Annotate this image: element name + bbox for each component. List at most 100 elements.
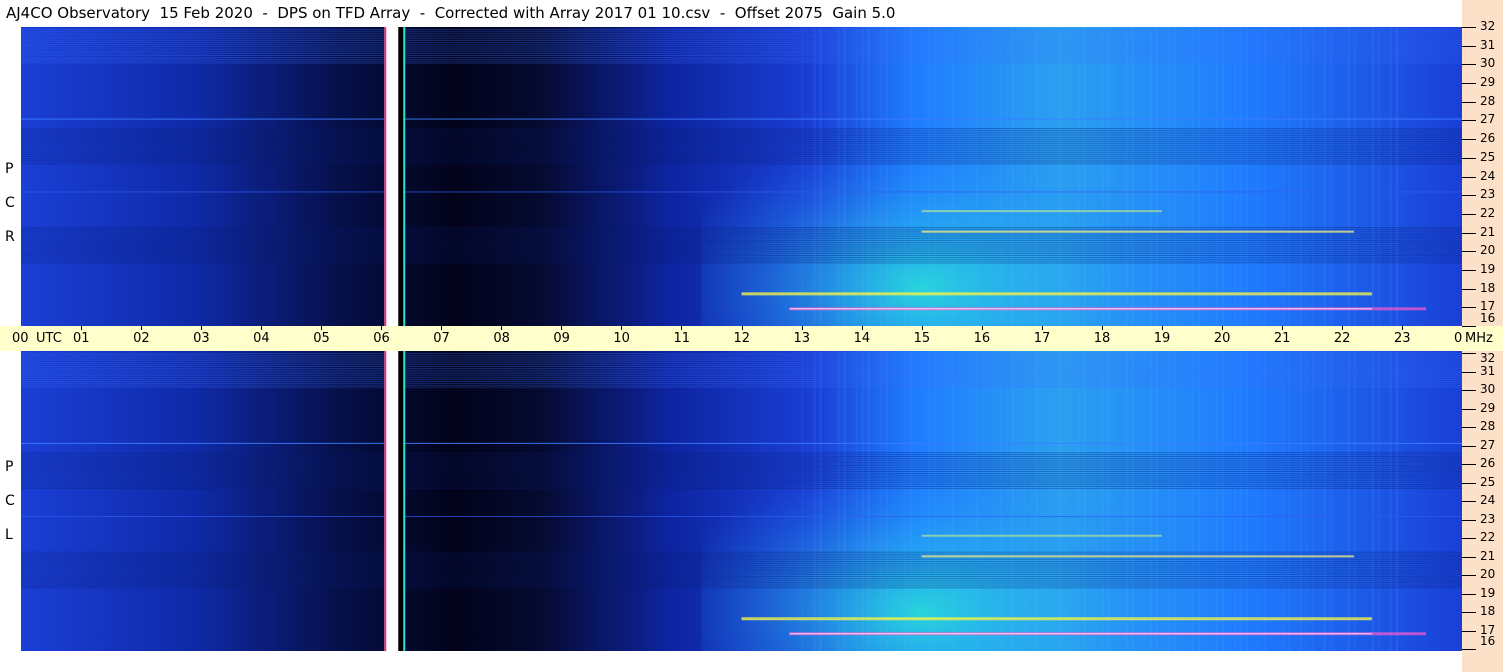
horizontal-line [21, 245, 1462, 247]
vertical-streak [837, 351, 840, 651]
vertical-streak [1287, 27, 1290, 326]
vertical-streak [1011, 351, 1014, 651]
horizontal-line [21, 247, 1462, 249]
vertical-streak [1329, 351, 1332, 651]
data-gap-edge [384, 351, 387, 651]
horizontal-line [21, 38, 1462, 40]
time-tick [621, 326, 623, 330]
horizontal-line [21, 28, 1462, 30]
vertical-streak [1131, 351, 1134, 651]
data-gap-edge [403, 351, 406, 651]
vertical-streak [969, 27, 972, 326]
vertical-streak [1059, 351, 1062, 651]
lcp-letter-p: P [5, 459, 14, 475]
freq-tick [1462, 390, 1476, 391]
data-gap [384, 351, 401, 651]
horizontal-line [21, 583, 1462, 585]
horizontal-line [21, 364, 1462, 366]
horizontal-line [21, 561, 1462, 562]
horizontal-line [21, 356, 1462, 358]
vertical-streak [999, 351, 1002, 651]
vertical-streak [1023, 27, 1026, 326]
time-tick-label: 02 [133, 331, 150, 346]
vertical-streak [1059, 27, 1062, 326]
horizontal-line [21, 152, 1462, 154]
horizontal-line [21, 463, 1462, 465]
freq-tick-label: 18 [1480, 280, 1496, 295]
vertical-streak [1191, 27, 1194, 326]
freq-tick [1462, 251, 1476, 253]
vertical-streak [1353, 351, 1356, 651]
horizontal-line [21, 382, 1462, 384]
vertical-streak [1371, 351, 1374, 651]
vertical-streak [819, 27, 822, 326]
horizontal-line [21, 53, 1462, 55]
time-tick-label: 18 [1093, 331, 1111, 346]
horizontal-line [21, 32, 1462, 34]
horizontal-line [21, 553, 1462, 555]
freq-tick-label: 20 [1480, 567, 1496, 581]
freq-tick [1462, 195, 1476, 197]
time-tick [501, 326, 503, 330]
vertical-streak [1377, 351, 1380, 651]
horizontal-line [21, 461, 1462, 463]
time-tick [741, 326, 743, 330]
vertical-streak [861, 351, 864, 651]
time-tick-label: 00 [12, 331, 29, 346]
vertical-streak [837, 27, 840, 326]
freq-tick-label: 25 [1480, 474, 1496, 489]
time-tick-label: 06 [373, 331, 390, 346]
time-tick-label: 09 [553, 331, 570, 346]
vertical-streak [969, 351, 972, 651]
freq-tick [1462, 45, 1476, 47]
freq-tick [1462, 288, 1476, 290]
vertical-streak [1155, 351, 1158, 651]
bright-region [701, 71, 1142, 326]
vertical-streak [885, 27, 888, 326]
vertical-streak [951, 27, 954, 326]
vertical-streak [1215, 351, 1218, 651]
vertical-streak [1347, 27, 1350, 326]
horizontal-line [21, 386, 1462, 388]
horizontal-line [21, 576, 1462, 577]
time-tick [261, 326, 263, 330]
freq-tick-label: 20 [1480, 243, 1496, 258]
freq-tick-label: 29 [1480, 75, 1496, 90]
horizontal-line [21, 34, 1462, 36]
freq-tick-label: 28 [1480, 419, 1496, 433]
horizontal-line [21, 373, 1462, 375]
horizontal-line [21, 570, 1462, 572]
freq-tick-label: 24 [1480, 493, 1496, 507]
vertical-streak [1395, 351, 1398, 651]
horizontal-line [21, 384, 1462, 386]
vertical-streak [1263, 27, 1266, 326]
horizontal-line [21, 366, 1462, 367]
freq-tick [1462, 326, 1476, 327]
horizontal-line [21, 148, 1462, 150]
horizontal-line [21, 232, 1462, 234]
freq-tick [1462, 482, 1476, 484]
time-tick [381, 326, 383, 330]
horizontal-line [21, 40, 1462, 42]
horizontal-line [21, 469, 1462, 471]
horizontal-line [21, 30, 1462, 32]
horizontal-line [21, 262, 1462, 264]
vertical-streak [885, 351, 888, 651]
vertical-streak [1281, 27, 1284, 326]
horizontal-line [21, 367, 1462, 369]
horizontal-line [21, 49, 1462, 51]
vertical-streak [1287, 351, 1290, 651]
vertical-streak [1089, 27, 1092, 326]
time-tick [201, 326, 203, 330]
horizontal-line [21, 36, 1462, 38]
time-tick-label: 15 [913, 331, 931, 346]
vertical-streak [1035, 27, 1038, 326]
horizontal-line [21, 150, 1462, 152]
vertical-streak [909, 351, 912, 651]
vertical-streak [1065, 351, 1068, 651]
time-tick [321, 326, 323, 330]
time-tick [441, 326, 443, 330]
freq-tick-label: 21 [1480, 224, 1496, 239]
horizontal-line [21, 585, 1462, 587]
horizontal-line [21, 551, 1462, 553]
